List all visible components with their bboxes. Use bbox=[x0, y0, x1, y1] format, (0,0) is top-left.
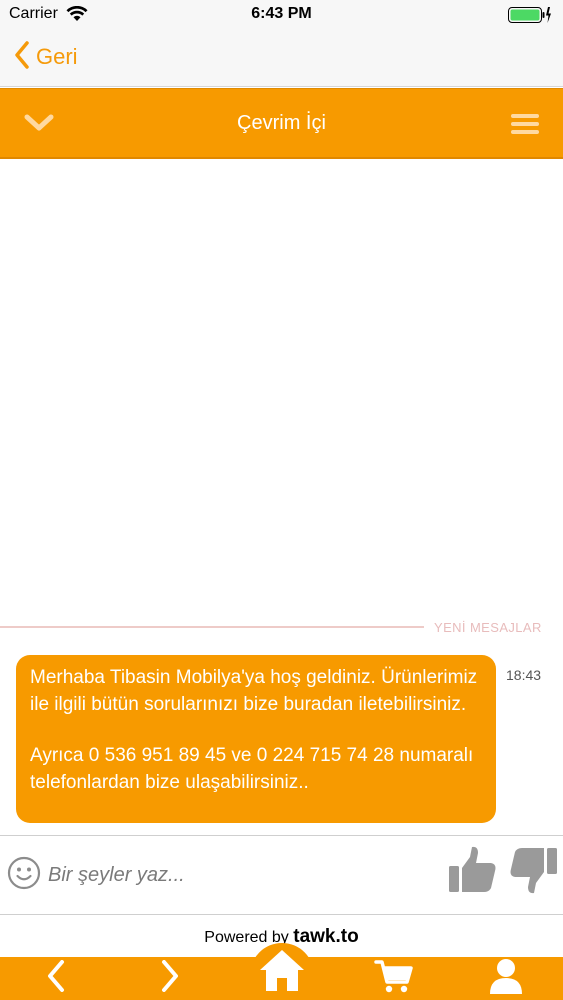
chevron-left-icon bbox=[47, 960, 65, 997]
battery-icon bbox=[508, 6, 552, 29]
back-label: Geri bbox=[36, 44, 78, 69]
tab-forward-button[interactable] bbox=[150, 957, 190, 1000]
tab-cart-button[interactable] bbox=[372, 957, 416, 1000]
bottom-tab-bar bbox=[0, 943, 563, 1000]
smiley-icon bbox=[7, 856, 41, 894]
thumbs-down-icon bbox=[508, 848, 558, 900]
navigation-bar: Geri bbox=[0, 30, 563, 87]
message-timestamp: 18:43 bbox=[506, 667, 542, 683]
chevron-left-icon bbox=[14, 40, 30, 74]
chat-messages-area[interactable]: YENİ MESAJLAR Merhaba Tibasin Mobilya'ya… bbox=[0, 159, 563, 835]
new-messages-label: YENİ MESAJLAR bbox=[434, 620, 542, 635]
back-button[interactable]: Geri bbox=[14, 40, 78, 74]
user-icon bbox=[488, 957, 524, 1000]
tab-account-button[interactable] bbox=[486, 957, 526, 1000]
status-bar: Carrier 6:43 PM bbox=[0, 0, 563, 30]
menu-button[interactable] bbox=[511, 112, 539, 141]
rate-positive-button[interactable] bbox=[448, 844, 498, 901]
agent-message-bubble: Merhaba Tibasin Mobilya'ya hoş geldiniz.… bbox=[16, 655, 496, 823]
tab-back-button[interactable] bbox=[36, 957, 76, 1000]
chevron-right-icon bbox=[161, 960, 179, 997]
new-messages-divider bbox=[0, 626, 424, 628]
tab-home-button[interactable] bbox=[254, 945, 310, 1000]
chat-header: Çevrim İçi bbox=[0, 88, 563, 159]
message-paragraph: Merhaba Tibasin Mobilya'ya hoş geldiniz.… bbox=[30, 667, 478, 715]
home-icon bbox=[258, 948, 306, 997]
emoji-button[interactable] bbox=[7, 856, 41, 895]
rate-negative-button[interactable] bbox=[508, 844, 558, 901]
chat-status-title: Çevrim İçi bbox=[237, 112, 326, 134]
thumbs-up-icon bbox=[448, 846, 498, 900]
message-paragraph: Ayrıca 0 536 951 89 45 ve 0 224 715 74 2… bbox=[30, 745, 474, 793]
tawkto-brand: tawk.to bbox=[293, 926, 359, 947]
message-composer bbox=[0, 835, 563, 915]
cart-icon bbox=[374, 958, 414, 999]
status-time: 6:43 PM bbox=[251, 5, 312, 22]
message-input[interactable] bbox=[48, 856, 428, 894]
hamburger-icon bbox=[511, 114, 539, 140]
